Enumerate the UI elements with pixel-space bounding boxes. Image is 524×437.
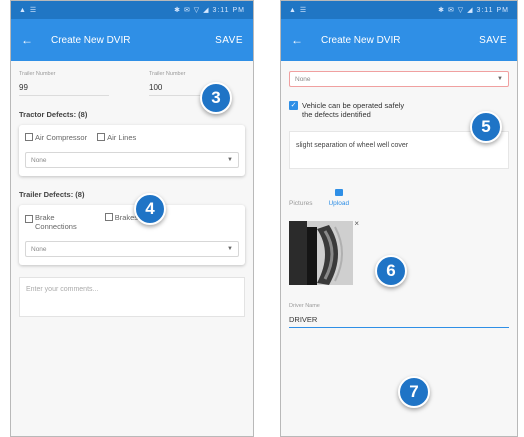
close-icon[interactable]: × [354, 219, 359, 228]
driver-name-value: DRIVER [289, 315, 509, 328]
upload-button[interactable]: Upload [328, 189, 349, 207]
chevron-down-icon: ▼ [227, 157, 233, 163]
chevron-down-icon: ▼ [227, 246, 233, 252]
select-value: None [31, 156, 47, 164]
field-label: Trailer Number [19, 71, 56, 77]
status-bar: ▲ ☰ ✱ ✉ ▽ ◢ 3:11 PM [281, 1, 517, 19]
arrow-left-icon[interactable]: ← [291, 33, 313, 47]
status-bar: ▲ ☰ ✱ ✉ ▽ ◢ 3:11 PM [11, 1, 253, 19]
upload-label: Upload [328, 200, 350, 207]
trailer-defects-card: Brake Connections Brakes None ▼ [19, 205, 245, 265]
pictures-label: Pictures [289, 200, 313, 207]
driver-name-label: Driver Name [289, 303, 320, 309]
callout-badge-3: 3 [200, 82, 232, 114]
trailer-defects-select[interactable]: None ▼ [25, 241, 239, 257]
select-value: None [31, 245, 47, 253]
page-title: Create New DVIR [51, 34, 131, 46]
upload-icon [334, 189, 343, 196]
app-bar: ← Create New DVIR SAVE [11, 19, 253, 61]
comments-input[interactable]: Enter your comments... [19, 277, 245, 317]
page-title: Create New DVIR [321, 34, 401, 46]
check-icon: ✓ [289, 101, 298, 110]
picture-thumbnail[interactable]: × [289, 219, 359, 285]
select-value: None [295, 75, 311, 83]
app-bar: ← Create New DVIR SAVE [281, 19, 517, 61]
trailer-defects-title: Trailer Defects: (8) [19, 190, 85, 199]
save-button[interactable]: SAVE [215, 35, 243, 46]
checkbox-brakes[interactable]: Brakes [104, 213, 138, 222]
left-phone-screen: ▲ ☰ ✱ ✉ ▽ ◢ 3:11 PM ← Create New DVIR SA… [10, 0, 254, 437]
comments-placeholder: Enter your comments... [26, 286, 99, 293]
callout-badge-4: 4 [134, 193, 166, 225]
save-button[interactable]: SAVE [479, 35, 507, 46]
checkbox-brake-connections[interactable]: Brake Connections [25, 213, 77, 231]
callout-badge-7: 7 [398, 376, 430, 408]
driver-name-field[interactable]: Driver Name DRIVER [289, 303, 509, 328]
chevron-down-icon: ▼ [497, 76, 503, 82]
right-phone-screen: ▲ ☰ ✱ ✉ ▽ ◢ 3:11 PM ← Create New DVIR SA… [280, 0, 518, 437]
callout-badge-6: 6 [375, 255, 407, 287]
status-left: ▲ ☰ [289, 7, 308, 14]
tire-photo [289, 221, 353, 285]
tractor-defects-select[interactable]: None ▼ [25, 152, 239, 168]
trailer-number-field-1[interactable]: Trailer Number 99 [19, 71, 109, 96]
status-right: ✱ ✉ ▽ ◢ 3:11 PM [174, 7, 245, 14]
defects-select[interactable]: None ▼ [289, 71, 509, 87]
safe-operation-label: Vehicle can be operated safely the defec… [302, 101, 405, 119]
tractor-defects-card: Air Compressor Air Lines None ▼ [19, 125, 245, 176]
field-label: Trailer Number [149, 71, 186, 77]
field-value: 99 [19, 83, 28, 92]
callout-badge-5: 5 [470, 111, 502, 143]
arrow-left-icon[interactable]: ← [21, 33, 43, 47]
status-left: ▲ ☰ [19, 7, 38, 14]
checkbox-air-lines[interactable]: Air Lines [97, 133, 136, 142]
checkbox-air-compressor[interactable]: Air Compressor [25, 133, 87, 142]
defects-text: slight separation of wheel well cover [296, 142, 409, 149]
status-right: ✱ ✉ ▽ ◢ 3:11 PM [438, 7, 509, 14]
